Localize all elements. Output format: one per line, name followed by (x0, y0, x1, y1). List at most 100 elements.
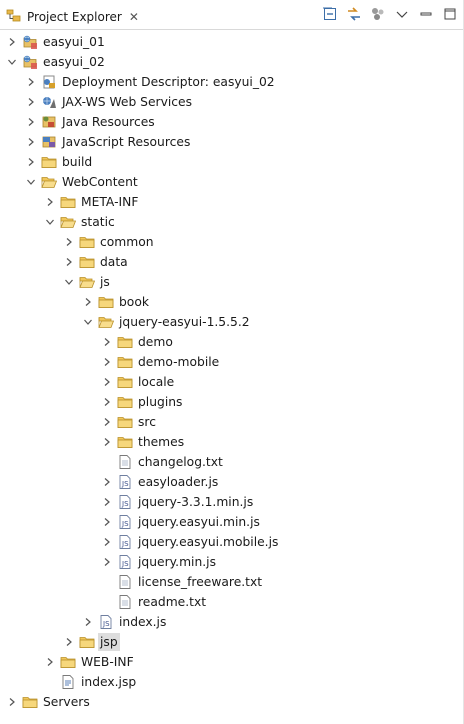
folder-icon (22, 694, 38, 710)
chevron-right-icon[interactable] (99, 354, 115, 370)
tree-item-label: index.jsp (81, 675, 137, 689)
chevron-right-icon[interactable] (99, 394, 115, 410)
tree-item-label: jquery.min.js (138, 555, 216, 569)
chevron-right-icon[interactable] (99, 414, 115, 430)
chevron-right-icon[interactable] (99, 514, 115, 530)
tree-item-jquery-easyui-mobile-js[interactable]: JS jquery.easyui.mobile.js (99, 532, 280, 552)
chevron-right-icon[interactable] (23, 114, 39, 130)
tree-item-label: jsp (98, 633, 120, 651)
tree-item-jquery-easyui-min-js[interactable]: JS jquery.easyui.min.js (99, 512, 262, 532)
chevron-right-icon[interactable] (4, 34, 20, 50)
tree-item-label: jquery.easyui.mobile.js (138, 535, 279, 549)
chevron-down-icon[interactable] (4, 54, 20, 70)
chevron-right-icon[interactable] (61, 254, 77, 270)
tree-item-locale[interactable]: locale (99, 372, 176, 392)
chevron-right-icon[interactable] (23, 94, 39, 110)
chevron-right-icon[interactable] (99, 494, 115, 510)
tree-item-jquery-easyui-1-5-5-2[interactable]: jquery-easyui-1.5.5.2 (80, 312, 252, 332)
tree-item-label: easyloader.js (138, 475, 219, 489)
tree-item-label: readme.txt (138, 595, 207, 609)
minimize-icon[interactable] (418, 6, 434, 22)
tree-item-easyui-01[interactable]: easyui_01 (4, 32, 107, 52)
chevron-right-icon[interactable] (4, 694, 20, 710)
chevron-right-icon[interactable] (23, 74, 39, 90)
chevron-down-icon[interactable] (42, 214, 58, 230)
view-menu-icon[interactable] (394, 6, 410, 22)
tree-item-meta-inf[interactable]: META-INF (42, 192, 140, 212)
tab-title: Project Explorer (27, 9, 122, 24)
chevron-right-icon[interactable] (23, 154, 39, 170)
tree-item-jax-ws-web-services[interactable]: JAX-WS Web Services (23, 92, 194, 112)
tree-item-label: common (100, 235, 154, 249)
tree-item-label: JAX-WS Web Services (62, 95, 193, 109)
chevron-right-icon[interactable] (61, 234, 77, 250)
tree-item-themes[interactable]: themes (99, 432, 186, 452)
svg-text:JS: JS (121, 560, 129, 568)
tree-item-jsp[interactable]: jsp (61, 632, 120, 652)
chevron-right-icon[interactable] (99, 474, 115, 490)
chevron-right-icon[interactable] (99, 434, 115, 450)
tree-item-label: Deployment Descriptor: easyui_02 (62, 75, 275, 89)
tree-item-webcontent[interactable]: WebContent (23, 172, 140, 192)
close-icon[interactable]: ✕ (129, 10, 139, 24)
chevron-right-icon[interactable] (99, 374, 115, 390)
js-file-icon: JS (117, 494, 133, 510)
chevron-right-icon[interactable] (42, 654, 58, 670)
folder-icon (117, 394, 133, 410)
tree-item-index-jsp[interactable]: index.jsp (42, 672, 138, 692)
folder-icon (41, 154, 57, 170)
tree-item-demo[interactable]: demo (99, 332, 175, 352)
java-resources-icon (41, 114, 57, 130)
tree-item-changelog-txt[interactable]: changelog.txt (99, 452, 225, 472)
tree-item-book[interactable]: book (80, 292, 151, 312)
filters-icon[interactable] (370, 6, 386, 22)
chevron-down-icon[interactable] (23, 174, 39, 190)
chevron-down-icon[interactable] (61, 274, 77, 290)
tree-item-label: index.js (119, 615, 167, 629)
tree-item-common[interactable]: common (61, 232, 156, 252)
tree-item-label: changelog.txt (138, 455, 223, 469)
chevron-right-icon[interactable] (99, 534, 115, 550)
tree-item-label: book (119, 295, 149, 309)
chevron-right-icon[interactable] (42, 194, 58, 210)
tree-item-label: license_freeware.txt (138, 575, 263, 589)
link-with-editor-icon[interactable] (346, 6, 362, 22)
tree-item-js[interactable]: js (61, 272, 112, 292)
tree-item-build[interactable]: build (23, 152, 94, 172)
view-toolbar (322, 6, 458, 22)
chevron-right-icon[interactable] (99, 334, 115, 350)
tree-item-static[interactable]: static (42, 212, 117, 232)
chevron-right-icon[interactable] (23, 134, 39, 150)
tree-item-easyloader-js[interactable]: JS easyloader.js (99, 472, 220, 492)
folder-icon (60, 194, 76, 210)
tree-item-label: easyui_01 (43, 35, 105, 49)
chevron-down-icon[interactable] (80, 314, 96, 330)
tree-item-servers[interactable]: Servers (4, 692, 92, 712)
tree-item-deployment-descriptor-easyui-02[interactable]: Deployment Descriptor: easyui_02 (23, 72, 277, 92)
tree-item-easyui-02[interactable]: easyui_02 (4, 52, 107, 72)
tree-item-java-resources[interactable]: Java Resources (23, 112, 157, 132)
tree-item-src[interactable]: src (99, 412, 158, 432)
web-services-icon (41, 94, 57, 110)
chevron-right-icon[interactable] (80, 294, 96, 310)
tree-item-label: Servers (43, 695, 90, 709)
tree-item-jquery-3-3-1-min-js[interactable]: JS jquery-3.3.1.min.js (99, 492, 255, 512)
maximize-icon[interactable] (442, 6, 458, 22)
tree-item-license-freeware-txt[interactable]: license_freeware.txt (99, 572, 264, 592)
chevron-right-icon[interactable] (80, 614, 96, 630)
project-explorer-tab[interactable]: Project Explorer ✕ (2, 3, 142, 30)
tree-item-readme-txt[interactable]: readme.txt (99, 592, 208, 612)
chevron-right-icon[interactable] (99, 554, 115, 570)
tree-item-label: Java Resources (62, 115, 155, 129)
tree-item-demo-mobile[interactable]: demo-mobile (99, 352, 221, 372)
folder-icon (117, 374, 133, 390)
tree-item-plugins[interactable]: plugins (99, 392, 184, 412)
tree-item-javascript-resources[interactable]: JavaScript Resources (23, 132, 192, 152)
tree-item-data[interactable]: data (61, 252, 130, 272)
chevron-right-icon[interactable] (61, 634, 77, 650)
tree-item-jquery-min-js[interactable]: JS jquery.min.js (99, 552, 218, 572)
tree-item-index-js[interactable]: JS index.js (80, 612, 168, 632)
collapse-all-icon[interactable] (322, 6, 338, 22)
tree-item-web-inf[interactable]: WEB-INF (42, 652, 136, 672)
tree-item-label: build (62, 155, 93, 169)
